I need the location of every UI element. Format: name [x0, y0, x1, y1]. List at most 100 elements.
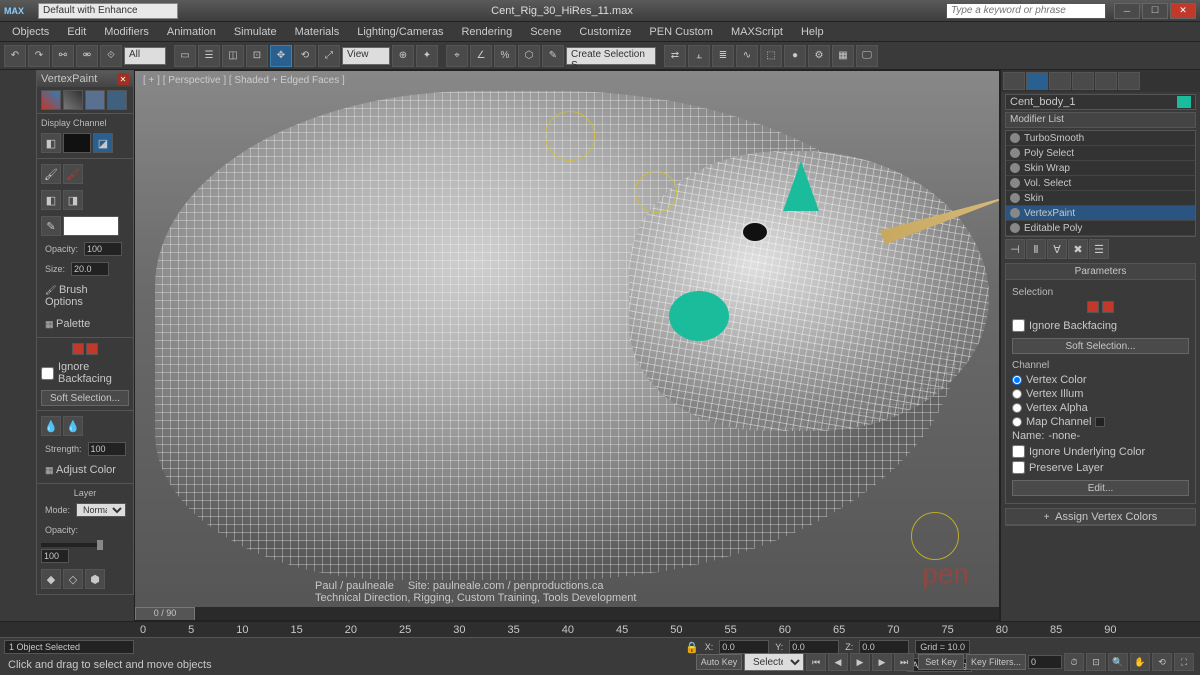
layer-dup-icon[interactable]: ⬢ [85, 569, 105, 589]
z-coord-input[interactable] [859, 640, 909, 654]
select-region-button[interactable]: ◫ [222, 45, 244, 67]
edit-named-sel-button[interactable]: ✎ [542, 45, 564, 67]
help-search-input[interactable] [946, 3, 1106, 19]
menu-objects[interactable]: Objects [4, 24, 57, 40]
create-tab[interactable] [1003, 72, 1025, 90]
snap-toggle-button[interactable]: ⌖ [446, 45, 468, 67]
timeline-ruler[interactable]: 051015202530354045505560657075808590 [0, 622, 1200, 638]
hierarchy-tab[interactable] [1049, 72, 1071, 90]
goto-start-button[interactable]: ⏮ [806, 653, 826, 671]
utilities-tab[interactable] [1118, 72, 1140, 90]
schematic-button[interactable]: ⬚ [760, 45, 782, 67]
keymode-dropdown[interactable]: Selected [744, 653, 804, 671]
pin-stack-button[interactable]: ⊣ [1005, 239, 1025, 259]
vp-mode1-button[interactable] [41, 90, 61, 110]
modifier-item[interactable]: Editable Poly [1006, 221, 1195, 236]
align-button[interactable]: ⫠ [688, 45, 710, 67]
menu-maxscript[interactable]: MAXScript [723, 24, 791, 40]
sel-vertex-icon[interactable] [72, 343, 84, 355]
mirror-button[interactable]: ⇄ [664, 45, 686, 67]
goto-end-button[interactable]: ⏭ [894, 653, 914, 671]
map-channel-input[interactable] [1095, 417, 1105, 427]
motion-tab[interactable] [1072, 72, 1094, 90]
palette-button[interactable]: ▦ Palette [41, 316, 94, 332]
soft-selection-button2[interactable]: Soft Selection... [1012, 338, 1189, 354]
maxview-button[interactable]: ⛶ [1174, 653, 1194, 671]
paint-brush2-icon[interactable]: 🖌 [63, 164, 83, 184]
ignore-underlying-check[interactable] [1012, 445, 1025, 458]
brush-options-button[interactable]: 🖌 Brush Options [41, 282, 129, 310]
time-slider-thumb[interactable]: 0 / 90 [135, 607, 195, 621]
menu-simulate[interactable]: Simulate [226, 24, 285, 40]
sel-face-icon[interactable] [86, 343, 98, 355]
menu-lighting[interactable]: Lighting/Cameras [349, 24, 451, 40]
setkey-button[interactable]: Set Key [918, 654, 964, 670]
strength-input[interactable] [88, 442, 126, 456]
modifier-item[interactable]: Skin Wrap [1006, 161, 1195, 176]
vp-mode4-button[interactable] [107, 90, 127, 110]
remove-mod-button[interactable]: ✖ [1068, 239, 1088, 259]
channel-color-button[interactable]: ◧ [41, 133, 61, 153]
layers-button[interactable]: ≣ [712, 45, 734, 67]
prev-frame-button[interactable]: ◀ [828, 653, 848, 671]
assign-header[interactable]: + Assign Vertex Colors [1006, 509, 1195, 525]
object-name-field[interactable]: Cent_body_1 [1005, 94, 1196, 110]
selection-filter-dropdown[interactable]: All [124, 47, 166, 65]
paint-brush-icon[interactable]: 🖌 [41, 164, 61, 184]
modifier-stack[interactable]: TurboSmoothPoly SelectSkin WrapVol. Sele… [1005, 130, 1196, 237]
parameters-header[interactable]: Parameters [1006, 264, 1195, 280]
menu-materials[interactable]: Materials [287, 24, 348, 40]
menu-edit[interactable]: Edit [59, 24, 94, 40]
select-name-button[interactable]: ☰ [198, 45, 220, 67]
vertexpaint-close-icon[interactable]: ✕ [117, 73, 129, 85]
zoom-button[interactable]: 🔍 [1108, 653, 1128, 671]
blur-icon[interactable]: 💧 [41, 416, 61, 436]
vertex-color-radio[interactable] [1012, 375, 1022, 385]
undo-button[interactable]: ↶ [4, 45, 26, 67]
vp-mode2-button[interactable] [63, 90, 83, 110]
unlink-button[interactable]: ⚮ [76, 45, 98, 67]
vertexpaint-titlebar[interactable]: VertexPaint ✕ [37, 71, 133, 87]
manipulate-button[interactable]: ✦ [416, 45, 438, 67]
angle-snap-button[interactable]: ∠ [470, 45, 492, 67]
time-slider[interactable]: 0 / 90 [135, 606, 999, 620]
menu-rendering[interactable]: Rendering [453, 24, 520, 40]
layer-del-icon[interactable]: ◇ [63, 569, 83, 589]
minimize-button[interactable]: ─ [1114, 3, 1140, 19]
channel-toggle-button[interactable]: ◪ [93, 133, 113, 153]
material-editor-button[interactable]: ● [784, 45, 806, 67]
spinner-snap-button[interactable]: ⬡ [518, 45, 540, 67]
keyfilters-button[interactable]: Key Filters... [966, 654, 1026, 670]
viewport-perspective[interactable]: [ + ] [ Perspective ] [ Shaded + Edged F… [134, 70, 1000, 621]
soft-selection-button[interactable]: Soft Selection... [41, 390, 129, 406]
percent-snap-button[interactable]: % [494, 45, 516, 67]
sharpen-icon[interactable]: 💧 [63, 416, 83, 436]
rotate-button[interactable]: ⟲ [294, 45, 316, 67]
current-frame-input[interactable] [1028, 655, 1062, 669]
modifier-list-dropdown[interactable]: Modifier List [1005, 112, 1196, 128]
size-input[interactable] [71, 262, 109, 276]
render-setup-button[interactable]: ⚙ [808, 45, 830, 67]
opacity-input[interactable] [84, 242, 122, 256]
vertex-alpha-radio[interactable] [1012, 403, 1022, 413]
render-button[interactable]: 🖵 [856, 45, 878, 67]
adjust-color-button[interactable]: ▦ Adjust Color [41, 462, 120, 478]
menu-pen-custom[interactable]: PEN Custom [641, 24, 721, 40]
named-selection-dropdown[interactable]: Create Selection S [566, 47, 656, 65]
lock-icon[interactable]: 🔒 [685, 641, 699, 654]
layer-opacity-input[interactable] [41, 549, 69, 563]
modifier-item[interactable]: Skin [1006, 191, 1195, 206]
viewport-label[interactable]: [ + ] [ Perspective ] [ Shaded + Edged F… [143, 75, 345, 86]
rig-gizmo[interactable] [545, 111, 595, 161]
move-button[interactable]: ✥ [270, 45, 292, 67]
select-button[interactable]: ▭ [174, 45, 196, 67]
sel-face-icon[interactable] [1102, 301, 1114, 313]
menu-customize[interactable]: Customize [571, 24, 639, 40]
vertex-illum-radio[interactable] [1012, 389, 1022, 399]
redo-button[interactable]: ↷ [28, 45, 50, 67]
menu-animation[interactable]: Animation [159, 24, 224, 40]
modifier-item[interactable]: Poly Select [1006, 146, 1195, 161]
unique-button[interactable]: ∀ [1047, 239, 1067, 259]
zoom-ext-button[interactable]: ⊡ [1086, 653, 1106, 671]
eyedrop-icon[interactable]: ✎ [41, 216, 61, 236]
